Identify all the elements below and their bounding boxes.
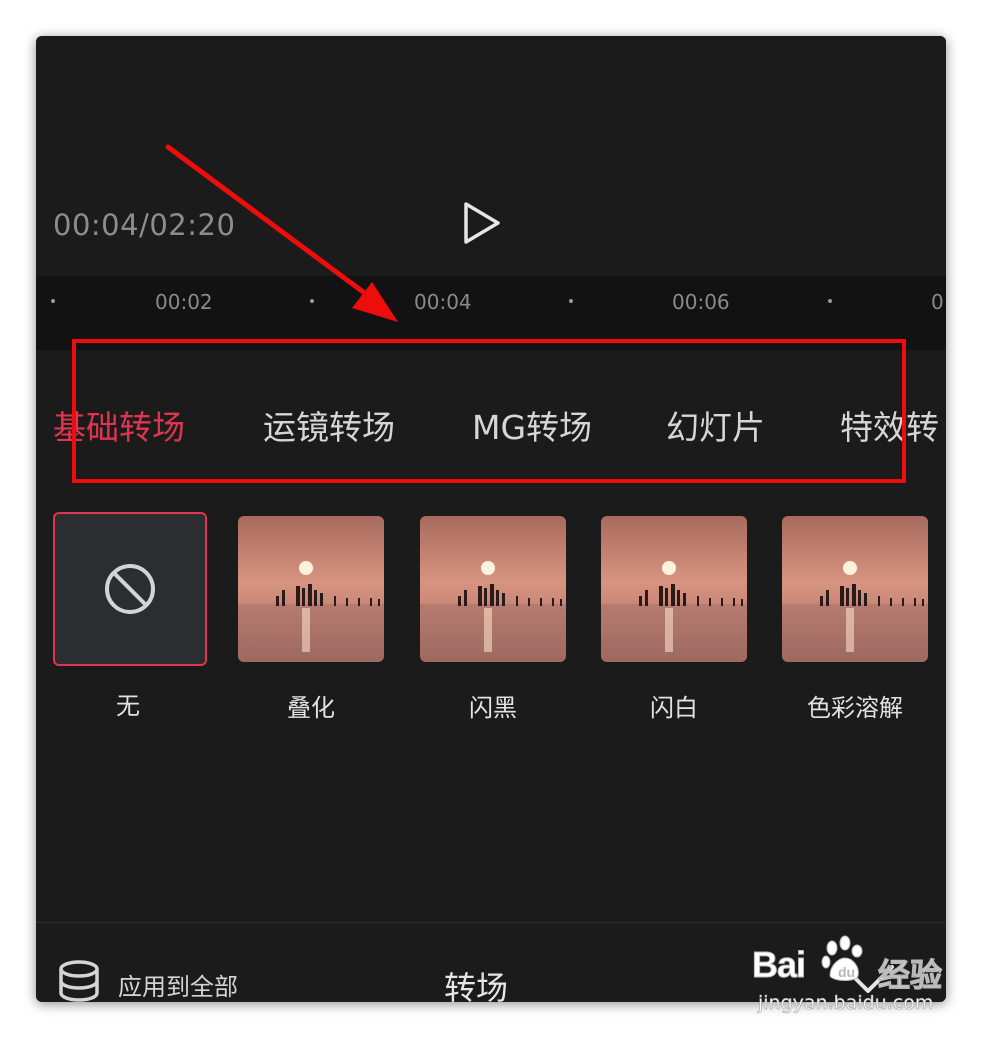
tick-label: 00:04: [414, 290, 472, 314]
tick-dot: [51, 299, 55, 303]
check-icon: [854, 965, 894, 993]
tick-label: 00:02: [155, 290, 213, 314]
app-frame: 00:04/02:20 00:02 00:04 00:06 0 基础转场 运镜转…: [36, 36, 946, 1002]
transition-label: 闪黑: [469, 694, 517, 722]
transition-label: 无: [116, 692, 140, 720]
tab-slideshow[interactable]: 幻灯片: [666, 401, 765, 449]
play-icon: [464, 202, 500, 244]
tab-camera-transition[interactable]: 运镜转场: [263, 401, 395, 449]
transition-label: 闪白: [650, 694, 698, 722]
transition-label: 叠化: [287, 694, 335, 722]
tab-effect-transition[interactable]: 特效转: [840, 401, 939, 449]
none-icon: [105, 564, 155, 614]
playback-time: 00:04/02:20: [53, 208, 236, 242]
transition-category-tabs: 基础转场 运镜转场 MG转场 幻灯片 特效转: [36, 401, 946, 461]
tick-label: 0: [931, 290, 944, 314]
video-preview: 00:04/02:20: [36, 36, 946, 276]
sunset-thumbnail: [238, 516, 384, 662]
tick-dot: [310, 299, 314, 303]
transition-thumbnail: [53, 512, 207, 666]
tick-label: 00:06: [672, 290, 730, 314]
apply-to-all-label: 应用到全部: [118, 973, 238, 1001]
tick-dot: [828, 299, 832, 303]
tab-mg-transition[interactable]: MG转场: [472, 401, 592, 449]
sunset-thumbnail: [601, 516, 747, 662]
sheet-title: 转场: [444, 969, 509, 1002]
transition-list: 无 叠化 闪黑 闪白 色彩溶解: [36, 512, 946, 736]
sunset-thumbnail: [420, 516, 566, 662]
timeline-ruler[interactable]: 00:02 00:04 00:06 0: [36, 276, 946, 350]
sunset-thumbnail: [782, 516, 928, 662]
bottom-bar: 应用到全部 转场: [36, 923, 946, 1002]
play-button[interactable]: [456, 198, 506, 248]
layers-icon: [59, 960, 99, 1002]
tab-basic-transition[interactable]: 基础转场: [53, 401, 185, 449]
transition-label: 色彩溶解: [807, 694, 903, 722]
confirm-button[interactable]: [852, 963, 896, 997]
tick-dot: [569, 299, 573, 303]
